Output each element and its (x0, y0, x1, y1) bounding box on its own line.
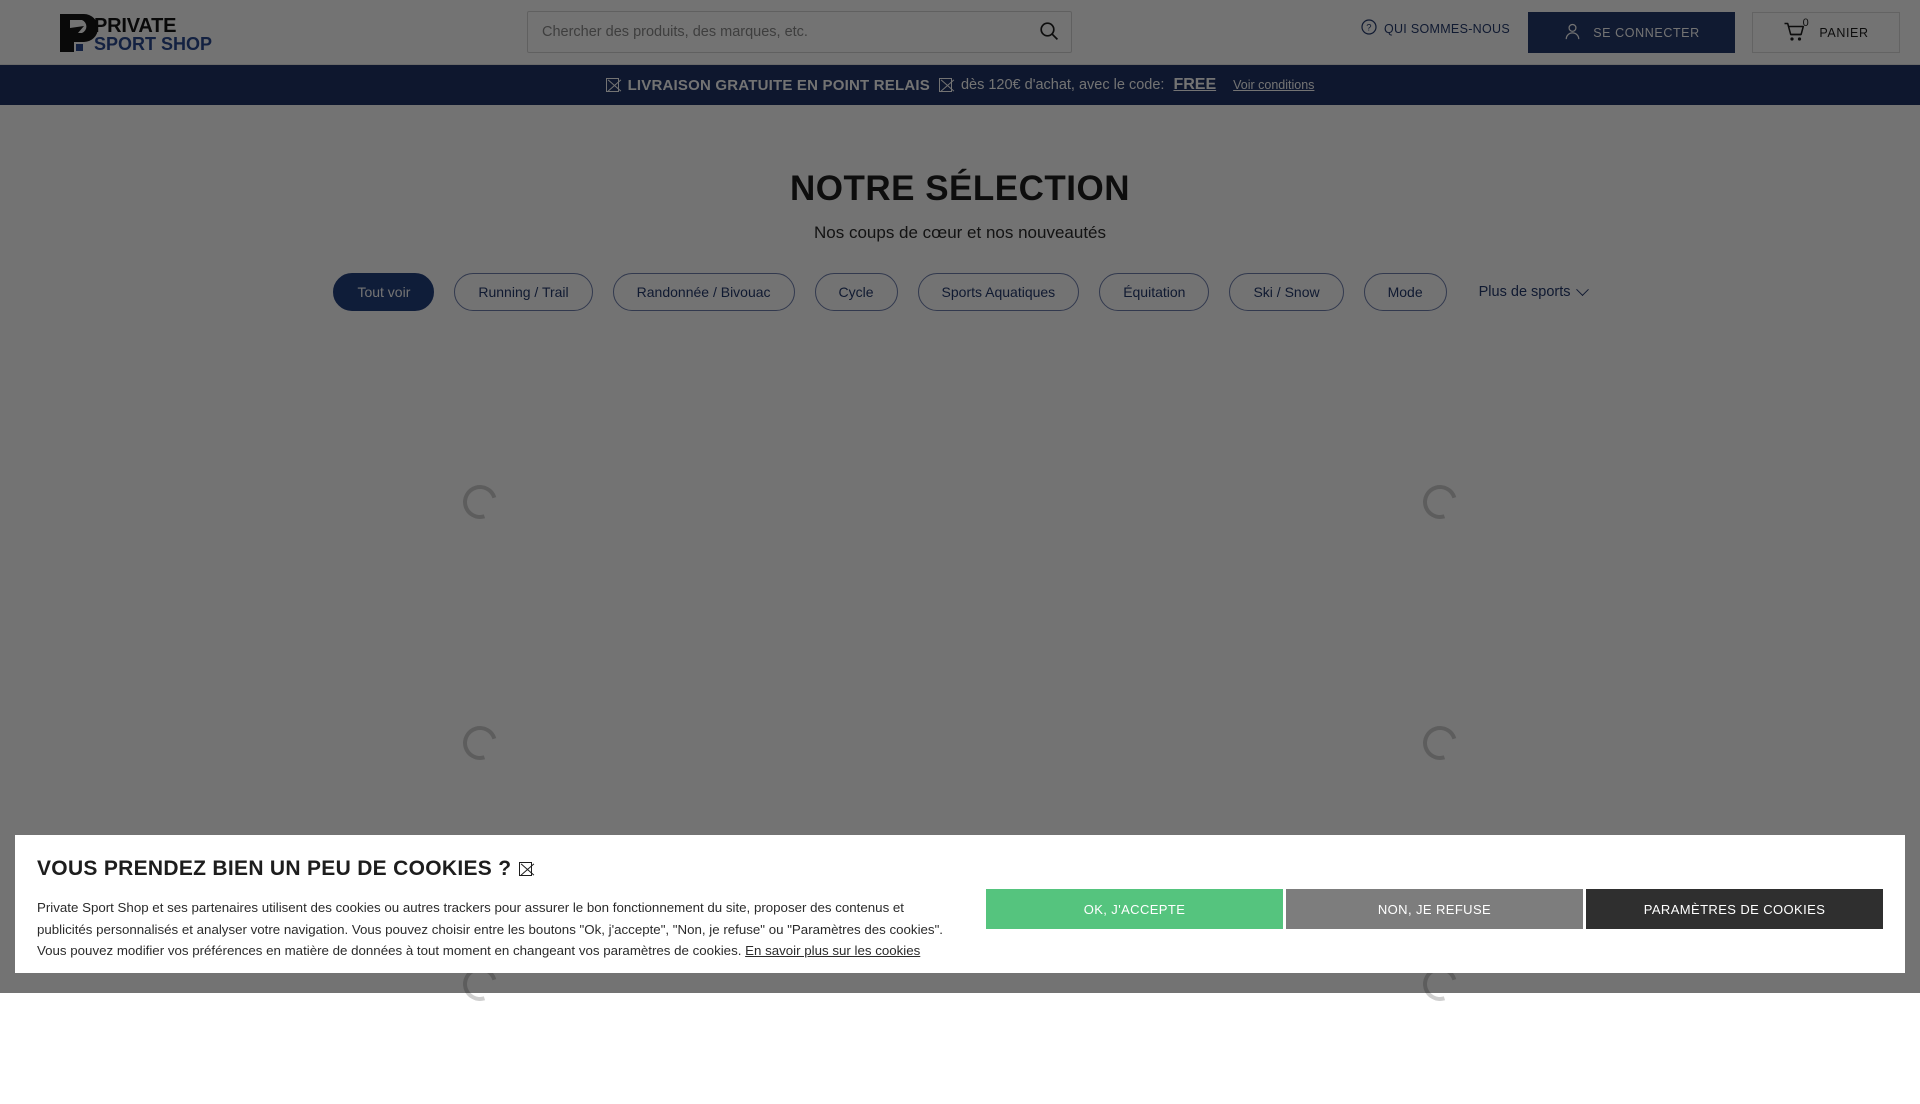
cookie-accept-button[interactable]: OK, J'ACCEPTE (986, 889, 1283, 929)
cookie-settings-button[interactable]: PARAMÈTRES DE COOKIES (1586, 889, 1883, 929)
cookie-learn-more-link[interactable]: En savoir plus sur les cookies (745, 943, 920, 958)
cookie-title-text: VOUS PRENDEZ BIEN UN PEU DE COOKIES ? (37, 857, 511, 881)
cookie-banner-title: VOUS PRENDEZ BIEN UN PEU DE COOKIES ? (37, 857, 951, 881)
cookie-refuse-button[interactable]: NON, JE REFUSE (1286, 889, 1583, 929)
cookie-consent-banner: VOUS PRENDEZ BIEN UN PEU DE COOKIES ? Pr… (15, 835, 1905, 973)
missing-glyph-icon-cookie (519, 862, 532, 876)
cookie-text-block: VOUS PRENDEZ BIEN UN PEU DE COOKIES ? Pr… (37, 857, 951, 962)
cookie-banner-paragraph: Private Sport Shop et ses partenaires ut… (37, 897, 951, 962)
cookie-button-group: OK, J'ACCEPTE NON, JE REFUSE PARAMÈTRES … (986, 889, 1883, 929)
